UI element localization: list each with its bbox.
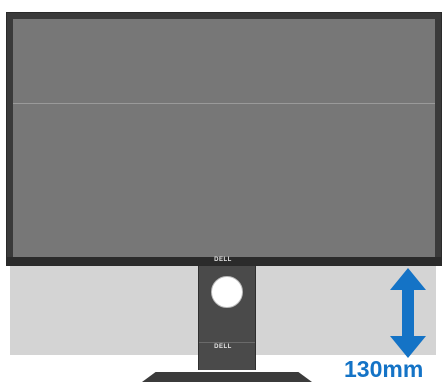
double-vertical-arrow-icon <box>390 268 426 358</box>
screen-divider-line <box>13 103 435 104</box>
height-adjustment-label: 130mm <box>344 356 424 382</box>
monitor-base <box>142 372 312 382</box>
monitor-stand <box>198 266 256 370</box>
monitor-raised <box>6 12 442 266</box>
cable-management-hole <box>211 276 243 308</box>
dell-logo-stand: DELL <box>214 344 232 350</box>
monitor-height-diagram: DELL DELL 130mm <box>0 0 446 382</box>
monitor-screen <box>13 19 435 257</box>
lowered-position-edge <box>199 342 255 343</box>
dell-logo-top: DELL <box>214 257 232 263</box>
